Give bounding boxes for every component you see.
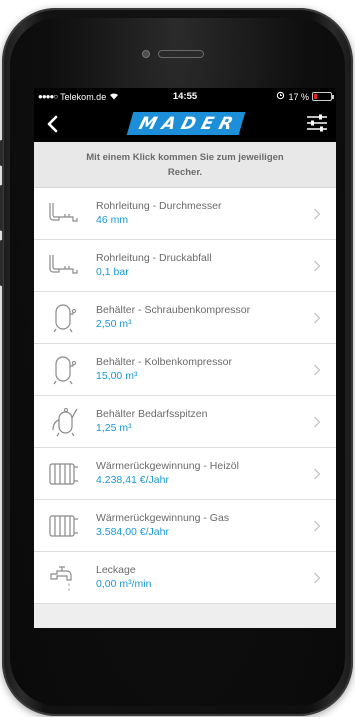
- list-item[interactable]: Rohrleitung - Durchmesser 46 mm: [34, 188, 336, 240]
- tank-icon: [42, 350, 86, 390]
- status-bar: ●●●●○ Telekom.de 14:55 17 %: [34, 88, 336, 105]
- list-item[interactable]: Wärmerückgewinnung - Gas 3.584,00 €/Jahr: [34, 500, 336, 552]
- settings-button[interactable]: [306, 113, 328, 133]
- list-item-value: 0,1 bar: [96, 266, 129, 278]
- list-item-title: Wärmerückgewinnung - Heizöl: [96, 460, 239, 472]
- list-item-title: Rohrleitung - Druckabfall: [96, 252, 212, 264]
- list-item-title: Wärmerückgewinnung - Gas: [96, 512, 230, 524]
- list-item-value: 4.238,41 €/Jahr: [96, 474, 169, 486]
- back-button[interactable]: [38, 109, 66, 139]
- list-item[interactable]: Rohrleitung - Druckabfall 0,1 bar: [34, 240, 336, 292]
- pipe-icon: [42, 194, 86, 234]
- list-item[interactable]: Behälter - Schraubenkompressor 2,50 m³: [34, 292, 336, 344]
- volume-up-button: [0, 185, 3, 231]
- mader-logo: MADER: [126, 112, 246, 135]
- navigation-bar: MADER: [34, 105, 336, 142]
- list-item-text: Wärmerückgewinnung - Gas 3.584,00 €/Jahr: [96, 512, 308, 539]
- list-item-value: 3.584,00 €/Jahr: [96, 526, 169, 538]
- list-item-text: Rohrleitung - Durchmesser 46 mm: [96, 200, 308, 227]
- list-item[interactable]: Leckage 0,00 m³/min: [34, 552, 336, 604]
- pipe-icon: [42, 246, 86, 286]
- list-item[interactable]: Behälter - Kolbenkompressor 15,00 m³: [34, 344, 336, 396]
- radiator-icon: [42, 454, 86, 494]
- chevron-right-icon: [308, 465, 326, 483]
- list-item-text: Behälter Bedarfsspitzen 1,25 m³: [96, 408, 308, 435]
- list-item[interactable]: Behälter Bedarfsspitzen 1,25 m³: [34, 396, 336, 448]
- list-item-value: 0,00 m³/min: [96, 578, 152, 590]
- list-item-value: 1,25 m³: [96, 422, 132, 434]
- volume-down-button: [0, 240, 3, 286]
- battery-icon: [312, 92, 334, 101]
- instruction-banner: Mit einem Klick kommen Sie zum jeweilige…: [34, 142, 336, 188]
- chevron-right-icon: [308, 257, 326, 275]
- earpiece-speaker: [158, 50, 204, 58]
- instruction-line-2: Recher.: [167, 167, 203, 178]
- list-item-title: Leckage: [96, 564, 136, 576]
- list-item-value: 15,00 m³: [96, 370, 138, 382]
- radiator-icon: [42, 506, 86, 546]
- chevron-right-icon: [308, 517, 326, 535]
- instruction-line-1: Mit einem Klick kommen Sie zum jeweilige…: [86, 152, 284, 163]
- mute-switch: [0, 140, 3, 166]
- calculator-list: Rohrleitung - Durchmesser 46 mm Rohrleitun…: [34, 188, 336, 604]
- tank-peak-icon: [42, 402, 86, 442]
- logo-text: MADER: [136, 113, 242, 134]
- list-item-text: Rohrleitung - Druckabfall 0,1 bar: [96, 252, 308, 279]
- tank-icon: [42, 298, 86, 338]
- battery-level-fill: [314, 94, 317, 99]
- list-item-value: 2,50 m³: [96, 318, 132, 330]
- chevron-right-icon: [308, 309, 326, 327]
- chevron-right-icon: [308, 569, 326, 587]
- faucet-icon: [42, 558, 86, 598]
- list-item-text: Behälter - Schraubenkompressor 2,50 m³: [96, 304, 308, 331]
- list-item-title: Rohrleitung - Durchmesser: [96, 200, 222, 212]
- back-chevron-icon: [47, 115, 58, 132]
- list-item-text: Leckage 0,00 m³/min: [96, 564, 308, 591]
- app-screen: ●●●●○ Telekom.de 14:55 17 % MADER Mit ei…: [34, 88, 336, 628]
- list-item-title: Behälter Bedarfsspitzen: [96, 408, 208, 420]
- list-footer-space: [34, 604, 336, 628]
- list-item-title: Behälter - Schraubenkompressor: [96, 304, 251, 316]
- list-item-text: Wärmerückgewinnung - Heizöl 4.238,41 €/Ja…: [96, 460, 308, 487]
- list-item-title: Behälter - Kolbenkompressor: [96, 356, 232, 368]
- front-camera: [142, 50, 150, 58]
- chevron-right-icon: [308, 361, 326, 379]
- status-time: 14:55: [172, 91, 198, 102]
- phone-chin: [0, 637, 355, 717]
- chevron-right-icon: [308, 413, 326, 431]
- chevron-right-icon: [308, 205, 326, 223]
- list-item-text: Behälter - Kolbenkompressor 15,00 m³: [96, 356, 308, 383]
- list-item-value: 46 mm: [96, 214, 129, 226]
- list-item[interactable]: Wärmerückgewinnung - Heizöl 4.238,41 €/Ja…: [34, 448, 336, 500]
- sliders-icon: [307, 114, 327, 132]
